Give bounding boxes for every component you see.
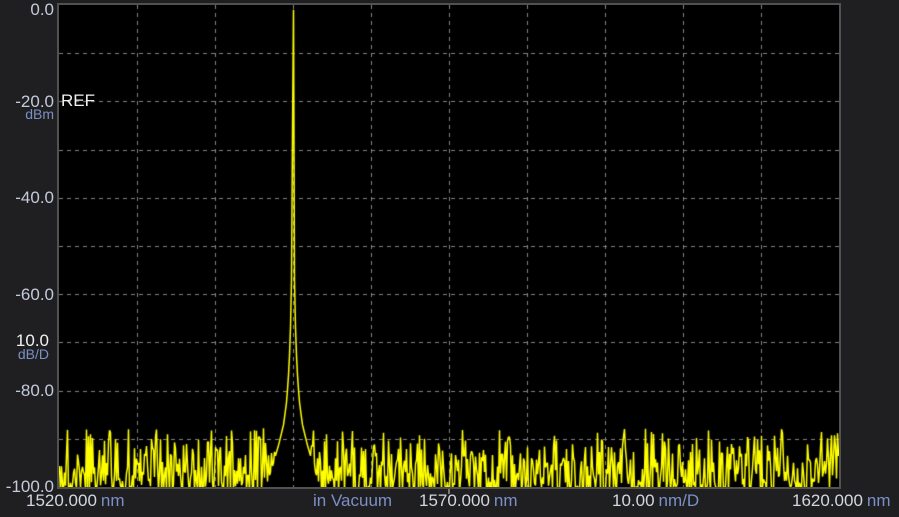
spectrum-trace-canvas [59, 5, 839, 487]
plot-area [57, 3, 841, 489]
x-start-label: 1520.000 nm [26, 491, 125, 511]
x-center-value: 1570.000 [419, 491, 490, 510]
y-tick-80dbm: -80.0 [15, 381, 54, 400]
x-end-unit: nm [866, 491, 891, 510]
x-start-unit: nm [100, 491, 125, 510]
y-tick-60dbm: -60.0 [15, 285, 54, 304]
span-per-div-value: 10.00 [612, 491, 655, 510]
x-center-unit: nm [493, 491, 518, 510]
x-end-label: 1620.000 nm [792, 491, 891, 511]
medium-label: in Vacuum [313, 491, 393, 510]
center-wavelength-tick [448, 489, 450, 494]
x-start-value: 1520.000 [26, 491, 97, 510]
x-center-label: 1570.000 nm [419, 491, 518, 511]
span-per-div-label: 10.00 nm/D [612, 491, 699, 511]
span-per-div-unit: nm/D [658, 491, 700, 510]
x-end-value: 1620.000 [792, 491, 863, 510]
osa-trace-screen: 0.0 -20.0 -40.0 -60.0 -80.0 -100.0 dBm 1… [0, 0, 899, 517]
ref-level-marker: REF [61, 91, 95, 110]
scale-per-div-unit: dB/D [17, 346, 49, 362]
y-tick-0dbm: 0.0 [30, 0, 54, 19]
y-tick-40dbm: -40.0 [15, 188, 54, 207]
y-axis-unit: dBm [25, 106, 54, 122]
